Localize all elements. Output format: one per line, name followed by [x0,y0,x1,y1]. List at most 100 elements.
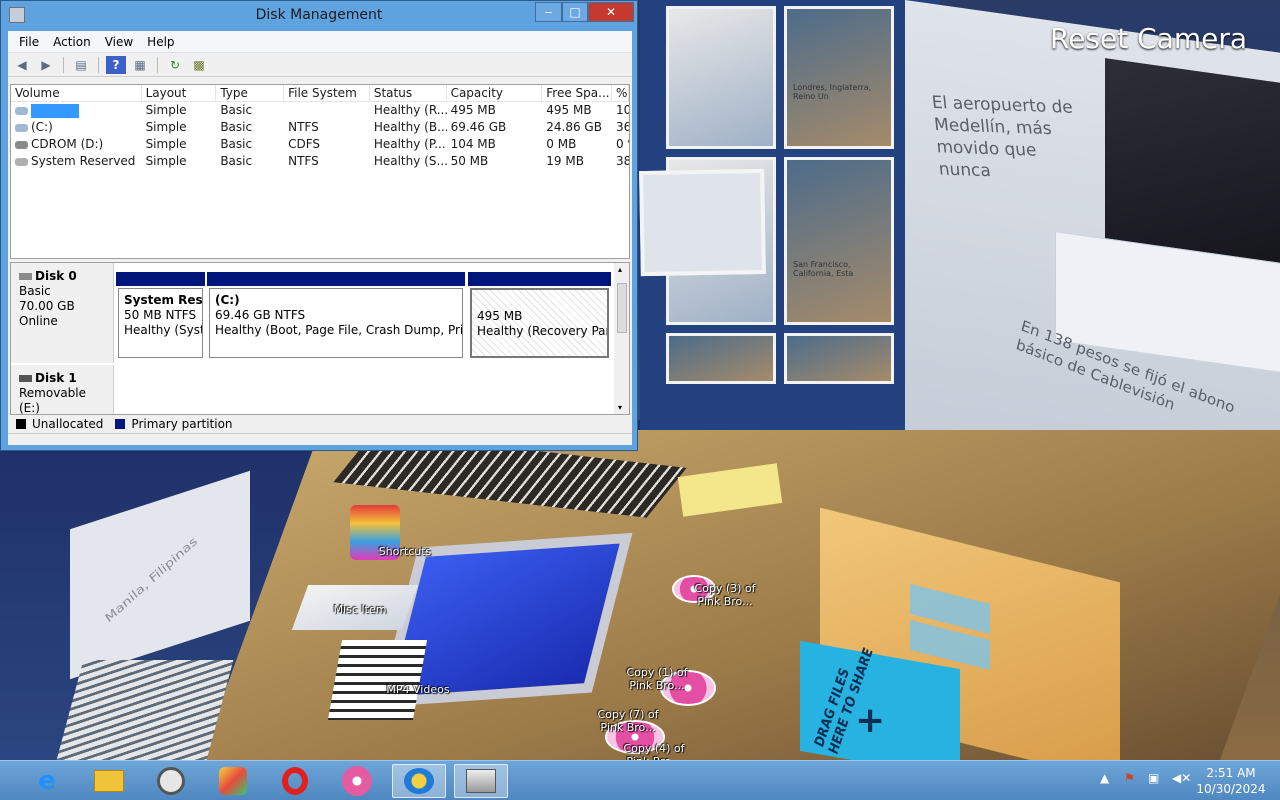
removable-disk-icon [19,375,32,382]
volume-cell: CDROM (D:) [11,136,142,153]
add-file-icon: + [855,700,886,741]
legend: Unallocated Primary partition [10,417,630,431]
disk0-label[interactable]: Disk 0 Basic 70.00 GB Online [11,263,114,363]
status-cell: Healthy (P... [373,137,446,151]
partition-bar [116,272,205,286]
volume-list-header: Volume Layout Type File System Status Ca… [11,85,629,102]
menu-help[interactable]: Help [140,35,181,49]
misc-item-label[interactable]: Misc Item [320,603,400,616]
volume-muted-icon[interactable]: ◀✕ [1172,771,1191,785]
help-icon[interactable]: ? [106,55,126,74]
settings-icon[interactable]: ▩ [189,56,209,74]
status-cell: Healthy (B... [373,120,447,134]
menu-action[interactable]: Action [46,35,98,49]
poster [666,333,776,384]
partition-status: Healthy (Syste [124,323,202,337]
toolbar-separator [63,56,64,73]
network-icon[interactable]: ▣ [1148,771,1159,785]
clock[interactable]: 2:51 AM 10/30/2024 [1196,765,1266,797]
back-icon[interactable]: ◀ [12,56,32,74]
col-volume[interactable]: Volume [11,85,142,101]
floating-card[interactable] [639,168,766,277]
col-free-space[interactable]: Free Spa... [542,85,613,101]
col-percent-free[interactable]: % F [612,85,629,101]
col-capacity[interactable]: Capacity [447,85,543,101]
layout-cell: Simple [145,103,187,117]
pink-copy-4-label[interactable]: Copy (4) of Pink Bro... [617,742,691,760]
opera-icon[interactable] [268,764,322,798]
show-hide-tree-icon[interactable]: ▤ [71,56,91,74]
scroll-down-icon[interactable]: ▾ [618,403,622,412]
minimize-button[interactable]: ‒ [535,2,562,22]
partition-size: 495 MB [477,309,523,323]
action-center-flag-icon[interactable]: ⚑ [1124,771,1135,785]
reset-camera-button[interactable]: Reset Camera [1050,22,1247,55]
capacity-cell: 50 MB [450,154,489,168]
free-cell: 495 MB [546,103,592,117]
pink-copy-7-label[interactable]: Copy (7) of Pink Bro... [588,708,668,734]
mp4-videos-stack[interactable] [327,640,428,720]
photo-stack[interactable] [56,660,234,760]
poster: San Francisco, California, Esta [784,156,894,326]
poster [666,6,776,149]
fs-cell [284,102,370,119]
status-cell: Healthy (R... [373,103,447,117]
close-button[interactable]: ✕ [588,2,634,22]
menu-view[interactable]: View [98,35,140,49]
pink-copy-1-label[interactable]: Copy (1) of Pink Bro... [620,666,694,692]
flower-app-icon[interactable] [330,764,384,798]
status-cell: Healthy (S... [373,154,447,168]
capacity-cell: 69.46 GB [450,120,507,134]
table-row[interactable]: System Reserved Simple Basic NTFS Health… [11,153,629,170]
disk-management-taskbar-icon[interactable] [454,764,508,798]
partition-recovery[interactable]: 495 MB Healthy (Recovery Partiti [470,288,609,358]
internet-explorer-icon[interactable]: e [20,764,74,798]
volume-icon [15,106,28,115]
partition-size: 50 MB NTFS [124,308,197,322]
disk-management-window[interactable]: Disk Management ‒ □ ✕ File Action View H… [0,0,638,451]
show-hidden-icons-icon[interactable]: ▲ [1100,771,1109,785]
maximize-button[interactable]: □ [562,2,588,22]
table-row[interactable]: Simple Basic Healthy (R... 495 MB 495 MB… [11,102,629,119]
col-type[interactable]: Type [216,85,285,101]
wall-poster: Manila, Filipinas [70,470,250,680]
mp4-videos-label[interactable]: MP4 Videos [378,683,458,696]
col-status[interactable]: Status [370,85,447,101]
media-player-icon[interactable] [144,764,198,798]
cdrom-icon [15,140,28,149]
vertical-scrollbar[interactable]: ▴ ▾ [614,263,629,414]
scroll-up-icon[interactable]: ▴ [618,265,622,274]
table-row[interactable]: (C:) Simple Basic NTFS Healthy (B... 69.… [11,119,629,136]
table-row[interactable]: CDROM (D:) Simple Basic CDFS Healthy (P.… [11,136,629,153]
pct-cell: 36 [616,120,629,134]
partition-c[interactable]: (C:) 69.46 GB NTFS Healthy (Boot, Page F… [209,288,463,358]
disk1-label[interactable]: Disk 1 Removable (E:) [11,365,114,415]
camera-app-icon[interactable] [392,764,446,798]
primary-swatch [115,419,126,429]
disk-graphical-view[interactable]: Disk 0 Basic 70.00 GB Online System Rese… [10,262,630,415]
partition-bar [468,272,611,286]
layout-cell: Simple [145,137,187,151]
col-layout[interactable]: Layout [142,85,217,101]
game-icon[interactable] [206,764,260,798]
scrollbar-thumb[interactable] [617,283,627,333]
forward-icon[interactable]: ▶ [36,56,56,74]
partition-status: Healthy (Recovery Partiti [477,324,609,338]
pink-copy-3-label[interactable]: Copy (3) of Pink Bro... [688,582,762,608]
col-file-system[interactable]: File System [284,85,370,101]
clock-date: 10/30/2024 [1196,782,1266,796]
headline: El aeropuerto de Medellín, más movido qu… [930,92,1074,182]
status-bar [8,433,632,445]
volume-name-selected[interactable] [31,103,79,118]
fs-cell: NTFS [288,154,319,168]
free-cell: 0 MB [546,137,577,151]
refresh-icon[interactable]: ↻ [165,56,185,74]
title-bar[interactable]: Disk Management ‒ □ ✕ [1,1,637,31]
file-explorer-icon[interactable] [82,764,136,798]
menu-file[interactable]: File [12,35,46,49]
partition-system-reserved[interactable]: System Reser 50 MB NTFS Healthy (Syste [118,288,203,358]
disk1-type: Removable (E:) [19,386,87,415]
volume-list[interactable]: Volume Layout Type File System Status Ca… [10,84,630,259]
shortcuts-label[interactable]: Shortcuts [365,545,445,558]
properties-icon[interactable]: ▦ [130,56,150,74]
